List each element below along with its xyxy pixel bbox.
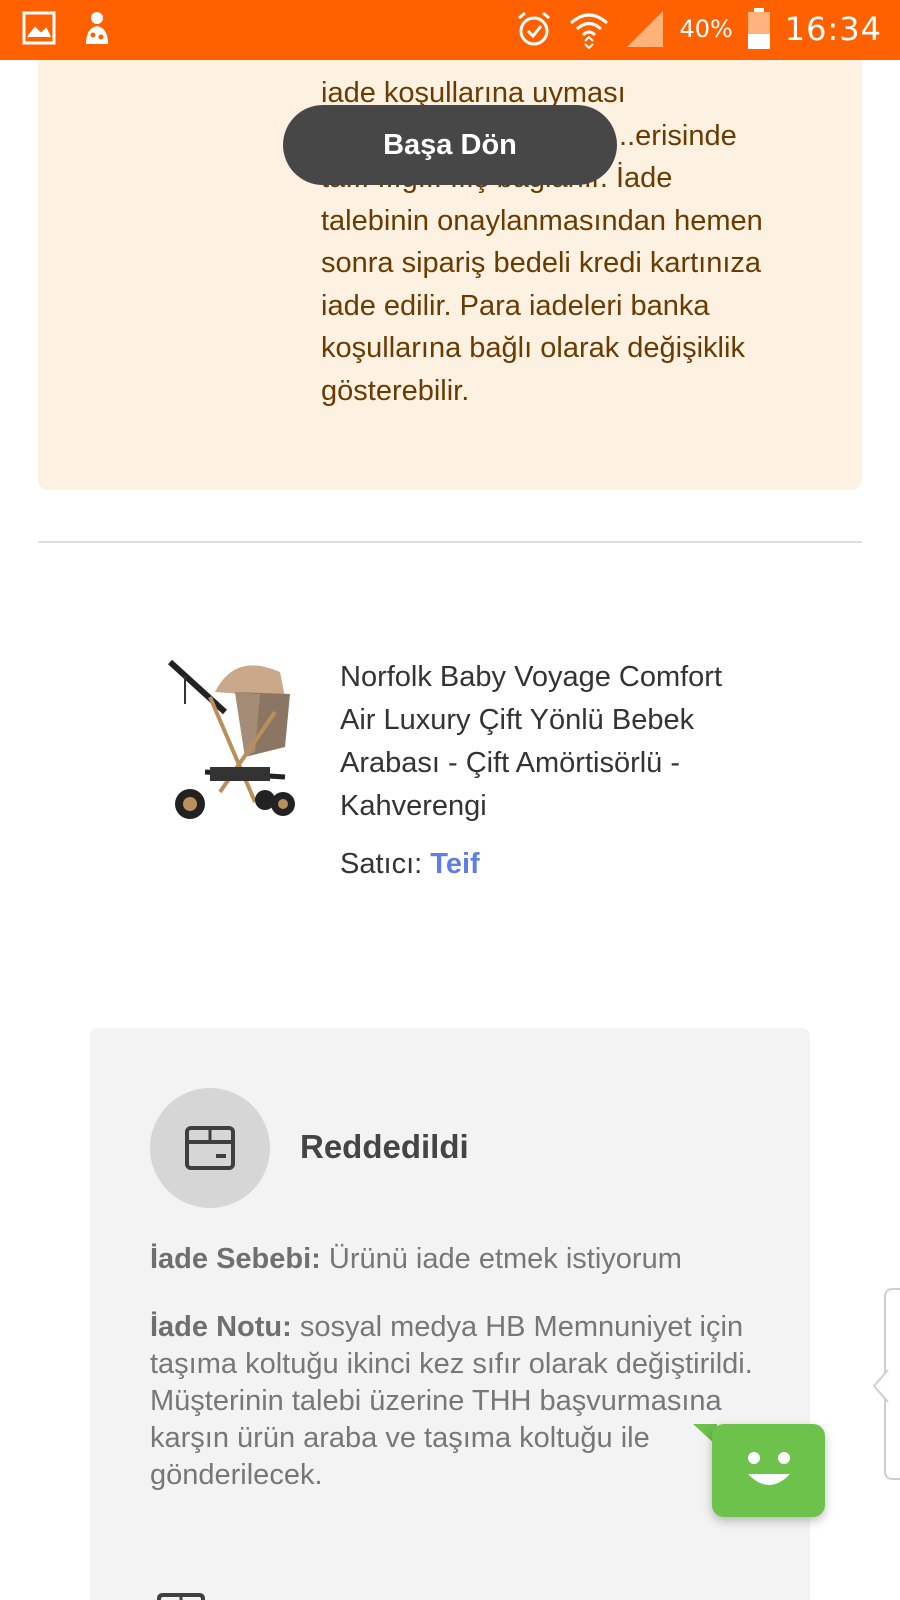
info-line: sonra sipariş bedeli kredi kartınıza (321, 247, 762, 279)
chevron-left-icon (872, 1369, 889, 1403)
gallery-icon (22, 11, 56, 45)
side-drawer-handle[interactable] (872, 1288, 900, 1480)
seller-label: Satıcı: (340, 848, 423, 880)
clock: 16:34 (784, 10, 882, 48)
product-title[interactable]: Norfolk Baby Voyage Comfort Air Luxury Ç… (340, 656, 760, 828)
signal-icon (627, 11, 664, 47)
smiley-icon (748, 1452, 790, 1485)
product-image[interactable] (165, 652, 300, 822)
seller-link[interactable]: Teif (430, 848, 479, 880)
reason-value: Ürünü iade etmek istiyorum (328, 1243, 682, 1275)
chatbot-button[interactable] (712, 1424, 825, 1517)
next-step-icon (157, 1593, 205, 1600)
info-line: gösterebilir. (321, 374, 470, 407)
package-icon (185, 1126, 235, 1170)
status-bar: 40% 16:34 (0, 0, 900, 60)
divider (38, 541, 862, 543)
battery-percent: 40% (679, 15, 733, 43)
info-line: koşullarına bağlı olarak değişiklik (321, 332, 745, 364)
info-line: talebinin onaylanmasından hemen (321, 204, 763, 237)
reason-label: İade Sebebi: (150, 1243, 321, 1275)
return-reason: İade Sebebi: Ürünü iade etmek istiyorum (150, 1240, 770, 1278)
note-label: İade Notu: (150, 1311, 292, 1343)
seller-info: Satıcı: Teif (340, 848, 480, 881)
alarm-icon (518, 11, 551, 46)
info-line: iade edilir. Para iadeleri banka (321, 289, 710, 322)
app-notification-icon (86, 12, 108, 44)
status-icon-circle (150, 1088, 270, 1208)
back-to-top-button[interactable]: Başa Dön (283, 105, 617, 185)
battery-icon (747, 8, 770, 49)
return-note: İade Notu: sosyal medya HB Memnuniyet iç… (150, 1309, 770, 1494)
status-title: Reddedildi (300, 1128, 469, 1165)
return-status-card: Reddedildi İade Sebebi: Ürünü iade etmek… (90, 1028, 810, 1600)
wifi-icon (570, 13, 609, 49)
